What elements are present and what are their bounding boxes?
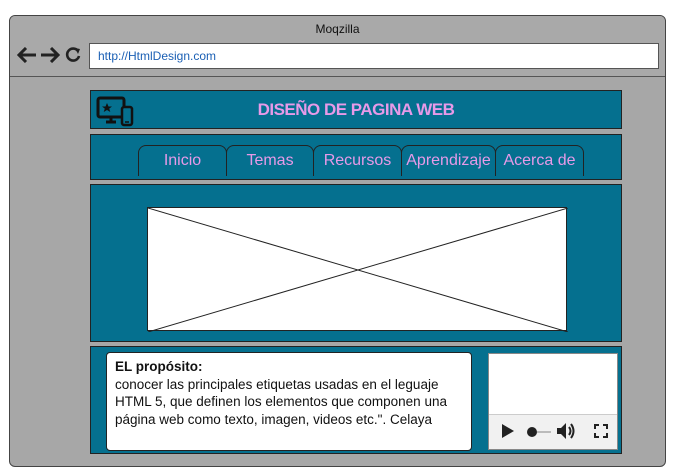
image-placeholder [147,207,568,332]
tab-acerca-de[interactable]: Acerca de [495,145,584,176]
reload-icon[interactable] [63,45,83,65]
progress-handle[interactable] [527,425,551,443]
site-title: DISEÑO DE PAGINA WEB [257,100,455,119]
purpose-text-box: EL propósito: conocer las principales et… [106,352,472,451]
video-controls [489,414,617,449]
nav-menu: Inicio Temas Recursos Aprendizaje Acerca… [90,134,622,180]
browser-window: Moqzilla http://HtmlDesign.com DISEÑO DE… [9,15,666,467]
play-icon[interactable] [501,423,515,444]
browser-titlebar: Moqzilla http://HtmlDesign.com [10,16,665,77]
tab-inicio[interactable]: Inicio [138,145,227,176]
content-section: EL propósito: conocer las principales et… [90,346,622,454]
banner [90,184,622,342]
site-header: DISEÑO DE PAGINA WEB [90,90,622,129]
purpose-body: conocer las principales etiquetas usadas… [115,376,447,427]
tab-recursos[interactable]: Recursos [313,145,402,176]
back-arrow-icon[interactable] [17,45,37,65]
tab-temas[interactable]: Temas [226,145,314,176]
volume-icon[interactable] [556,422,576,445]
window-title: Moqzilla [315,22,360,36]
purpose-heading: EL propósito: [115,359,203,374]
video-player[interactable] [488,353,618,450]
tab-aprendizaje[interactable]: Aprendizaje [401,145,496,176]
forward-arrow-icon[interactable] [40,45,60,65]
fullscreen-icon[interactable] [594,424,608,443]
url-input[interactable]: http://HtmlDesign.com [89,43,659,69]
